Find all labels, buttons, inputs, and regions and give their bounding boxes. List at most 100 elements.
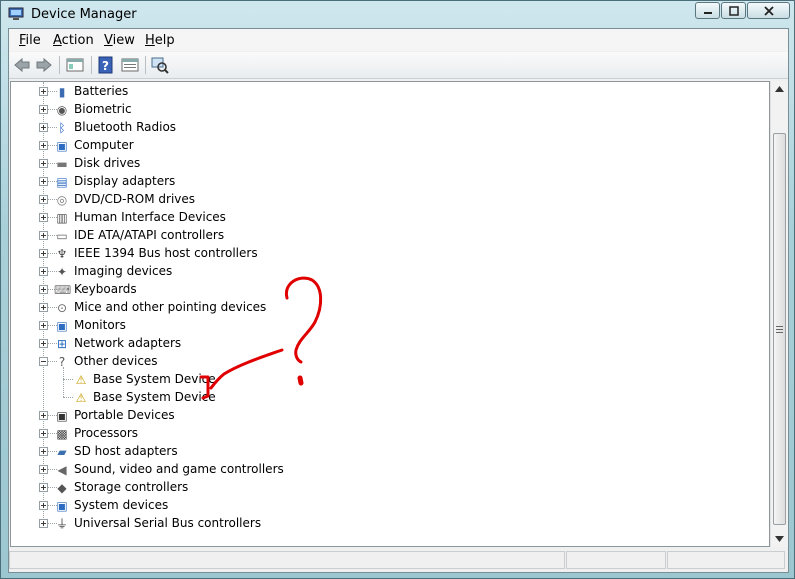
toggle-plus-bar	[43, 467, 44, 472]
expand-toggle-icon[interactable]	[39, 501, 48, 510]
toggle-plus-bar	[43, 287, 44, 292]
toggle-minus-bar	[41, 361, 46, 362]
maximize-button[interactable]	[721, 2, 746, 19]
toggle-plus-bar	[43, 269, 44, 274]
expand-toggle-icon[interactable]	[39, 159, 48, 168]
tree-category-label: Human Interface Devices	[74, 210, 226, 224]
toggle-plus-bar	[43, 161, 44, 166]
menu-file[interactable]: File	[19, 33, 41, 48]
collapse-toggle-icon[interactable]	[39, 357, 48, 366]
tree-category-row[interactable]: ⌨ Keyboards	[11, 281, 751, 299]
show-hide-console-tree-icon[interactable]	[66, 56, 84, 74]
properties-icon[interactable]	[121, 56, 139, 74]
tree-category-row[interactable]: ◆ Storage controllers	[11, 479, 751, 497]
tree-category-row[interactable]: ▥ Human Interface Devices	[11, 209, 751, 227]
toggle-plus-bar	[43, 197, 44, 202]
title-bar[interactable]: Device Manager	[1, 1, 794, 28]
expand-toggle-icon[interactable]	[39, 321, 48, 330]
tree-category-row[interactable]: ▰ SD host adapters	[11, 443, 751, 461]
tree-category-label: Processors	[74, 426, 139, 440]
expand-toggle-icon[interactable]	[39, 519, 48, 528]
tree-category-row[interactable]: ⊙ Mice and other pointing devices	[11, 299, 751, 317]
menu-view[interactable]: View	[104, 33, 135, 48]
menu-help-access-key: H	[145, 33, 155, 48]
back-arrow-icon[interactable]	[13, 56, 31, 74]
device-tree[interactable]: ▮ Batteries ◉ Biometric ᛒ Bluetooth Radios ▣ Co…	[10, 81, 770, 547]
battery-icon: ▮	[58, 85, 66, 99]
tree-category-row[interactable]: ◉ Biometric	[11, 101, 751, 119]
speaker-icon: ◀	[57, 463, 67, 477]
expand-toggle-icon[interactable]	[39, 213, 48, 222]
camera-icon: ✦	[56, 265, 68, 279]
caption-buttons	[694, 2, 790, 20]
tree-category-row[interactable]: ⏚ Universal Serial Bus controllers	[11, 515, 751, 533]
expand-toggle-icon[interactable]	[39, 429, 48, 438]
close-button[interactable]	[747, 2, 790, 19]
scrollbar-thumb[interactable]	[773, 133, 786, 525]
tree-category-row[interactable]: ▭ IDE ATA/ATAPI controllers	[11, 227, 751, 245]
toggle-plus-bar	[43, 485, 44, 490]
expand-toggle-icon[interactable]	[39, 303, 48, 312]
expand-toggle-icon[interactable]	[39, 267, 48, 276]
expand-toggle-icon[interactable]	[39, 123, 48, 132]
tree-connector	[63, 397, 73, 398]
expand-toggle-icon[interactable]	[39, 105, 48, 114]
warning-device-icon: ⚠	[75, 391, 87, 405]
expand-toggle-icon[interactable]	[39, 447, 48, 456]
expand-toggle-icon[interactable]	[39, 195, 48, 204]
tree-category-row[interactable]: ⊞ Network adapters	[11, 335, 751, 353]
menu-help[interactable]: Help	[145, 33, 175, 48]
expand-toggle-icon[interactable]	[39, 177, 48, 186]
tree-category-label: Imaging devices	[74, 264, 173, 278]
tree-category-label: Mice and other pointing devices	[74, 300, 267, 314]
device-manager-app-icon	[8, 7, 24, 20]
ieee1394-icon: ♆	[56, 247, 68, 261]
minimize-icon	[703, 11, 712, 14]
tree-category-row[interactable]: ▤ Display adapters	[11, 173, 751, 191]
scroll-down-arrow-icon[interactable]	[775, 536, 784, 542]
expand-toggle-icon[interactable]	[39, 285, 48, 294]
help-icon[interactable]: ?	[97, 56, 115, 74]
tree-device-row[interactable]: ⚠ Base System Device	[11, 389, 751, 407]
tree-category-row[interactable]: ♆ IEEE 1394 Bus host controllers	[11, 245, 751, 263]
expand-toggle-icon[interactable]	[39, 231, 48, 240]
tree-category-row[interactable]: ▣ Portable Devices	[11, 407, 751, 425]
processor-icon: ▩	[56, 427, 68, 441]
forward-arrow-icon[interactable]	[35, 56, 53, 74]
svg-text:?: ?	[102, 59, 109, 73]
expand-toggle-icon[interactable]	[39, 87, 48, 96]
tree-category-row[interactable]: ▮ Batteries	[11, 83, 751, 101]
menu-action[interactable]: Action	[53, 33, 94, 48]
ide-controller-icon: ▭	[56, 229, 68, 243]
close-icon	[763, 5, 774, 16]
scan-hardware-changes-icon[interactable]	[151, 56, 169, 74]
tree-category-row[interactable]: ▬ Disk drives	[11, 155, 751, 173]
tree-category-row[interactable]: ✦ Imaging devices	[11, 263, 751, 281]
toggle-plus-bar	[43, 449, 44, 454]
monitor-icon: ▣	[56, 319, 68, 333]
menu-view-label: iew	[112, 33, 135, 48]
toolbar-separator	[59, 56, 60, 74]
tree-category-row[interactable]: ◀ Sound, video and game controllers	[11, 461, 751, 479]
minimize-button[interactable]	[695, 2, 720, 19]
expand-toggle-icon[interactable]	[39, 483, 48, 492]
tree-category-row[interactable]: ▣ Monitors	[11, 317, 751, 335]
keyboard-icon: ⌨	[54, 283, 72, 297]
tree-category-row[interactable]: ? Other devices	[11, 353, 751, 371]
scroll-up-arrow-icon[interactable]	[775, 86, 784, 92]
expand-toggle-icon[interactable]	[39, 465, 48, 474]
tree-category-row[interactable]: ᛒ Bluetooth Radios	[11, 119, 751, 137]
expand-toggle-icon[interactable]	[39, 141, 48, 150]
expand-toggle-icon[interactable]	[39, 249, 48, 258]
tree-device-row[interactable]: ⚠ Base System Device	[11, 371, 751, 389]
expand-toggle-icon[interactable]	[39, 411, 48, 420]
vertical-scrollbar[interactable]	[770, 81, 788, 547]
tree-category-label: Universal Serial Bus controllers	[74, 516, 262, 530]
expand-toggle-icon[interactable]	[39, 339, 48, 348]
toggle-plus-bar	[43, 323, 44, 328]
tree-category-row[interactable]: ◎ DVD/CD-ROM drives	[11, 191, 751, 209]
menu-bar: File Action View Help	[9, 29, 788, 51]
tree-category-row[interactable]: ▩ Processors	[11, 425, 751, 443]
tree-category-row[interactable]: ▣ Computer	[11, 137, 751, 155]
tree-category-row[interactable]: ▣ System devices	[11, 497, 751, 515]
